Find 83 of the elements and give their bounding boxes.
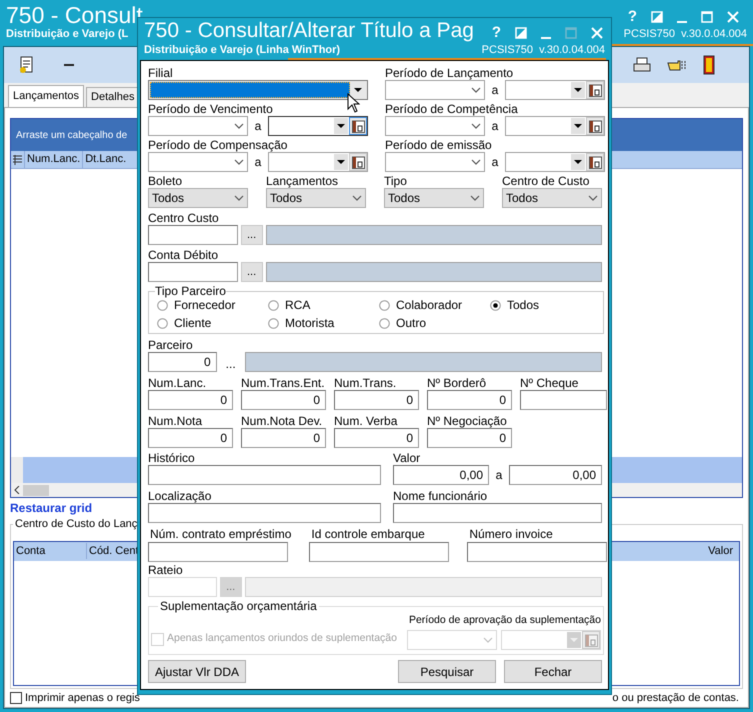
input-field[interactable]: 0 xyxy=(427,428,512,448)
version-label: PCSIS750 v.30.0.04.004 xyxy=(624,28,747,40)
range-separator: a xyxy=(490,118,500,135)
tab[interactable]: Detalhes xyxy=(86,87,140,107)
column-header[interactable]: Num.Lanc. xyxy=(24,151,82,168)
column-header[interactable]: Dt.Lanc. xyxy=(82,151,128,168)
field-label: Centro Custo xyxy=(148,211,219,225)
window-subtitle: Distribuição e Varejo (L xyxy=(6,28,128,40)
radio-option[interactable]: Outro xyxy=(379,316,426,330)
checkbox-label: o ou prestação de contas. xyxy=(612,690,740,706)
field-label: Núm. contrato empréstimo xyxy=(149,527,292,541)
range-separator: a xyxy=(490,82,500,99)
field-label: Boleto xyxy=(148,174,182,188)
action-button[interactable]: Ajustar Vlr DDA xyxy=(148,660,246,683)
field-label: Nome funcionário xyxy=(393,489,488,503)
range-separator: a xyxy=(494,467,504,484)
field-label: Num. Verba xyxy=(334,414,398,428)
input-field[interactable]: 0,00 xyxy=(509,465,602,485)
window-title: 750 - Consult xyxy=(6,1,143,29)
field-label: Num.Nota Dev. xyxy=(241,414,322,428)
input-field[interactable]: 0 xyxy=(241,390,326,410)
range-separator: a xyxy=(254,118,262,135)
field-label: Filial xyxy=(148,66,173,80)
version-label: PCSIS750 v.30.0.04.004 xyxy=(482,44,605,56)
field-label: Num.Trans.Ent. xyxy=(241,376,325,390)
lookup-button[interactable]: ... xyxy=(240,225,263,245)
field-label: Rateio xyxy=(148,563,183,577)
dropdown[interactable]: Todos xyxy=(502,188,602,208)
field-label: Lançamentos xyxy=(266,174,338,188)
input-field[interactable]: 0 xyxy=(334,428,419,448)
field-label: Nº Cheque xyxy=(520,376,578,390)
input-field[interactable]: 0 xyxy=(427,390,512,410)
field-label: Histórico xyxy=(148,451,195,465)
radio-option[interactable]: RCA xyxy=(268,298,310,312)
field-label: Num.Lanc. xyxy=(148,376,206,390)
field-label: Período de emissão xyxy=(385,138,492,152)
field-label: Id controle embarque xyxy=(310,527,425,541)
column-header[interactable]: Conta xyxy=(14,542,86,560)
group-title: Centro de Custo do Lanç xyxy=(14,517,138,532)
dialog-subtitle: Distribuição e Varejo (Linha WinThor) xyxy=(144,44,340,56)
input-field[interactable]: 0 xyxy=(148,352,217,372)
field-label: Conta Débito xyxy=(148,248,218,262)
input-field[interactable]: 0 xyxy=(148,428,233,448)
tab[interactable]: Lançamentos xyxy=(8,85,84,107)
field-label: Período de Competência xyxy=(385,102,518,116)
field-label: Número invoice xyxy=(468,527,553,541)
lookup-button[interactable]: ... xyxy=(216,352,245,372)
lookup-button[interactable]: ... xyxy=(240,262,263,282)
dropdown[interactable]: Todos xyxy=(266,188,366,208)
field-label: Valor xyxy=(393,451,420,465)
field-label: Centro de Custo xyxy=(502,174,590,188)
group-hint: Arraste um cabeçalho de xyxy=(16,128,128,142)
field-label: Tipo xyxy=(384,174,407,188)
range-separator: a xyxy=(490,154,500,171)
input-field[interactable]: 0,00 xyxy=(393,465,489,485)
field-label: Período de Lançamento xyxy=(385,66,514,80)
column-header[interactable]: Valor xyxy=(708,542,739,560)
radio-option[interactable]: Colaborador xyxy=(379,298,462,312)
action-button[interactable]: Pesquisar xyxy=(398,660,496,683)
radio-option[interactable]: Cliente xyxy=(157,316,212,330)
field-label: Período de Vencimento xyxy=(148,102,273,116)
group-title: Suplementação orçamentária xyxy=(159,599,318,613)
field-label: Parceiro xyxy=(148,338,193,352)
dialog-title: 750 - Consultar/Alterar Título a Pag xyxy=(144,18,474,44)
input-field[interactable]: 0 xyxy=(241,428,326,448)
field-label: Período de Compensação xyxy=(148,138,288,152)
range-separator: a xyxy=(254,154,262,171)
field-label: Período de aprovação da suplementação xyxy=(408,613,601,627)
radio-option[interactable]: Fornecedor xyxy=(157,298,236,312)
input-field[interactable]: 0 xyxy=(148,390,233,410)
field-label: Localização xyxy=(148,489,212,503)
input-field[interactable]: 0 xyxy=(334,390,419,410)
checkbox[interactable]: Imprimir apenas o regis xyxy=(10,690,140,706)
action-button[interactable]: Fechar xyxy=(504,660,602,683)
dropdown[interactable]: Todos xyxy=(148,188,248,208)
radio-option[interactable]: Todos xyxy=(490,298,540,312)
field-label: Num.Trans. xyxy=(334,376,396,390)
field-label: Nº Borderô xyxy=(427,376,486,390)
radio-option[interactable]: Motorista xyxy=(268,316,334,330)
group-title: Tipo Parceiro xyxy=(155,285,226,298)
dropdown[interactable]: Todos xyxy=(384,188,484,208)
field-label: Nº Negociação xyxy=(427,414,507,428)
field-label: Num.Nota xyxy=(148,414,202,428)
